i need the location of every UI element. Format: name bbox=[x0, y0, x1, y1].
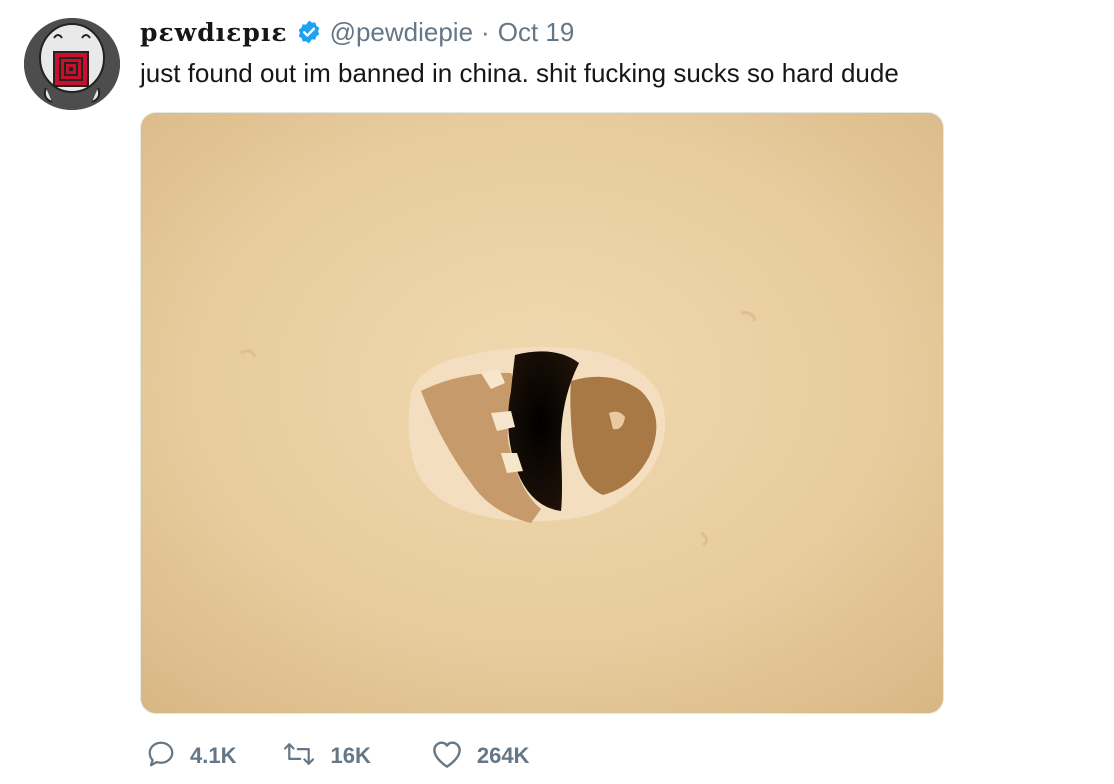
tweet-media-image[interactable] bbox=[140, 112, 944, 714]
heart-icon bbox=[431, 739, 463, 774]
tweet-text: just found out im banned in china. shit … bbox=[140, 58, 899, 88]
like-count: 264K bbox=[476, 743, 530, 768]
retweet-arrows-icon bbox=[282, 739, 316, 774]
tweet-actions: 4.1K 16K 264K bbox=[140, 734, 529, 778]
wall-hole-photo bbox=[141, 113, 943, 713]
avatar[interactable] bbox=[24, 18, 120, 110]
verified-badge-icon bbox=[296, 19, 322, 45]
avatar-image bbox=[24, 18, 120, 110]
retweet-button[interactable]: 16K bbox=[282, 739, 371, 774]
retweet-count: 16K bbox=[330, 743, 371, 768]
tweet-header: pɛwdıɛpıɛ @pewdiepie · Oct 19 bbox=[140, 16, 574, 48]
header-separator: · bbox=[481, 16, 490, 47]
tweet-date[interactable]: Oct 19 bbox=[498, 17, 575, 48]
reply-button[interactable]: 4.1K bbox=[146, 739, 236, 774]
user-handle[interactable]: @pewdiepie bbox=[330, 17, 473, 48]
display-name[interactable]: pɛwdıɛpıɛ bbox=[140, 18, 288, 47]
like-button[interactable]: 264K bbox=[431, 739, 530, 774]
speech-bubble-icon bbox=[146, 739, 176, 774]
reply-count: 4.1K bbox=[190, 743, 237, 768]
